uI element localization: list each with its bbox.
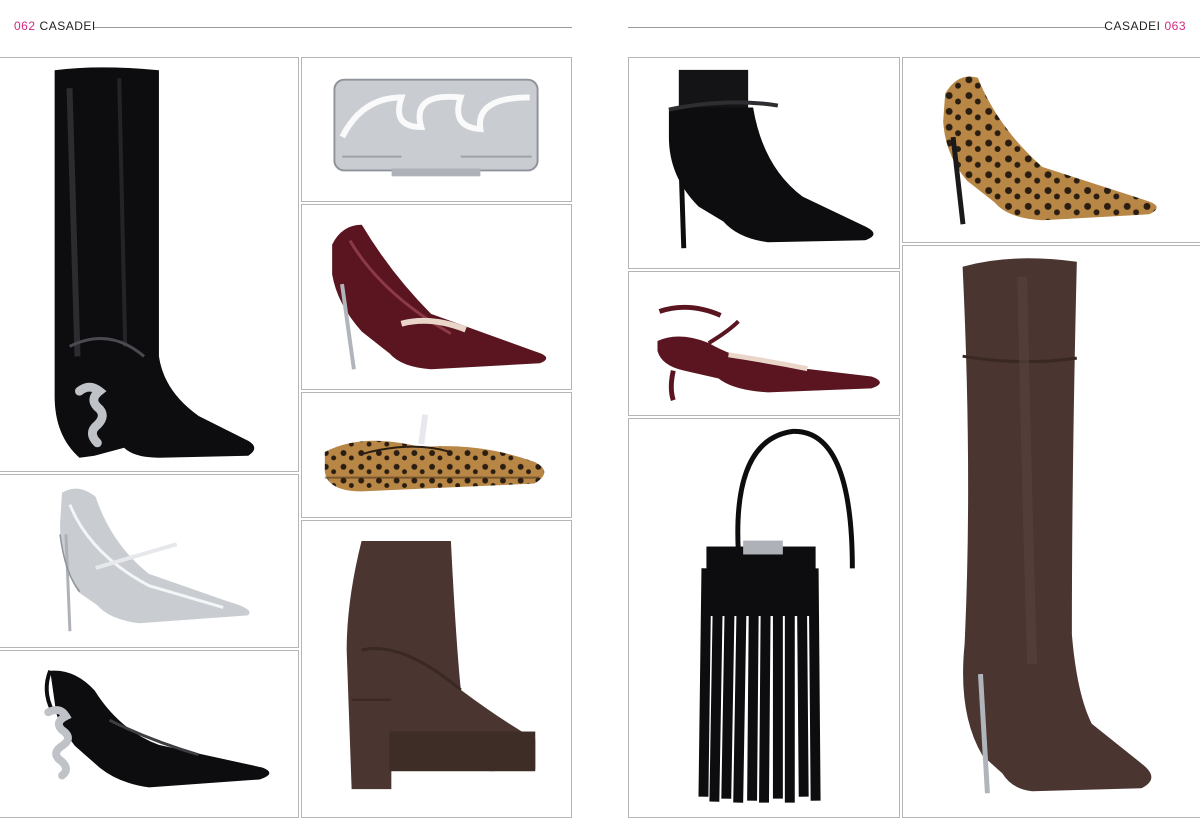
product-tile-black-slingback[interactable]: [0, 650, 299, 818]
leopard-pump-icon: [943, 76, 1157, 225]
product-tile-fringe-bag[interactable]: [628, 418, 900, 818]
black-slingback-chain-heel-icon: [44, 670, 270, 788]
right-header-rule: [628, 27, 1106, 28]
product-tile-black-bootie[interactable]: [628, 57, 900, 269]
right-brand-name: CASADEI: [1104, 19, 1161, 33]
burgundy-slingback-kitten-heel-icon: [657, 304, 880, 401]
silver-clutch-icon: [333, 78, 539, 177]
black-fringe-bag-icon: [698, 428, 855, 803]
product-tile-burgundy-slingback[interactable]: [628, 271, 900, 416]
product-tile-burgundy-pump[interactable]: [301, 204, 572, 390]
left-brand-name: CASADEI: [39, 19, 96, 33]
product-tile-over-knee-boot[interactable]: [902, 245, 1200, 818]
left-page-header: 062 CASADEI: [14, 16, 96, 36]
burgundy-patent-pump-icon: [332, 224, 547, 370]
product-tile-silver-pump[interactable]: [0, 474, 299, 648]
black-ankle-strap-bootie-icon: [668, 69, 874, 249]
leopard-ballet-flat-icon: [324, 414, 545, 492]
brown-platform-ankle-boot-icon: [346, 540, 536, 790]
product-tile-silver-clutch[interactable]: [301, 57, 572, 202]
left-page-number: 062: [14, 19, 36, 33]
black-patent-knee-boot-icon: [54, 67, 255, 458]
product-tile-leopard-flat[interactable]: [301, 392, 572, 518]
right-page-number: 063: [1164, 19, 1186, 33]
right-page-header: CASADEI 063: [1104, 16, 1186, 36]
left-header-rule: [94, 27, 572, 28]
silver-mary-jane-pump-icon: [59, 488, 250, 632]
product-tile-leopard-pump[interactable]: [902, 57, 1200, 243]
product-tile-platform-boot[interactable]: [301, 520, 572, 818]
product-tile-knee-boot[interactable]: [0, 57, 299, 472]
brown-suede-over-knee-boot-icon: [962, 258, 1152, 794]
